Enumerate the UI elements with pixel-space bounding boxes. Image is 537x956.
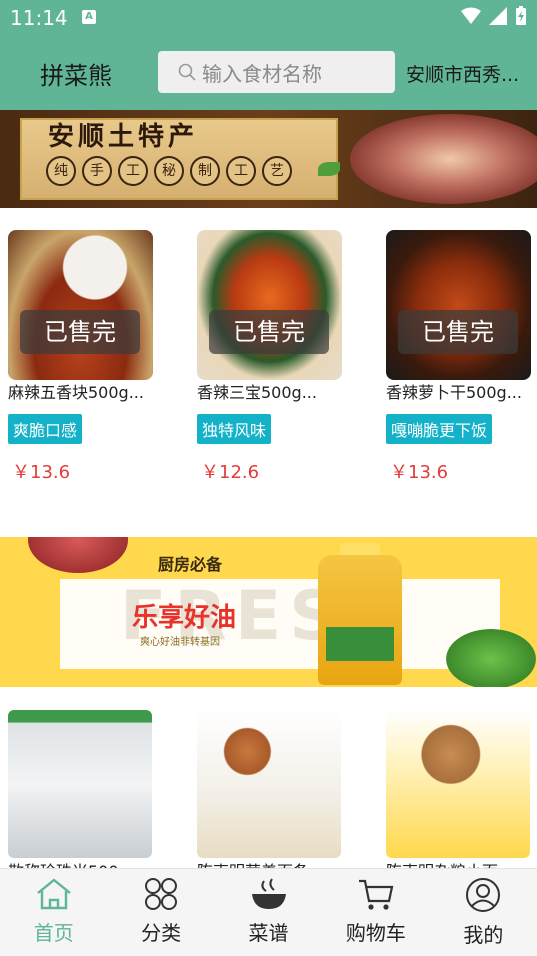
product-image[interactable] (8, 710, 152, 858)
status-time: 11:14 (10, 6, 68, 30)
cart-icon (358, 879, 394, 910)
banner-local-specialty[interactable]: 安顺土特产 纯 手 工 秘 制 工 艺 (0, 110, 537, 208)
product-image: 已售完 (197, 230, 342, 380)
seal-char: 手 (82, 156, 112, 186)
product-image: 已售完 (386, 230, 531, 380)
product-name: 陈克明杂粮小面... (386, 858, 530, 868)
sold-out-badge: 已售完 (209, 310, 329, 354)
home-icon (36, 878, 71, 910)
seal-char: 秘 (154, 156, 184, 186)
product-tag: 独特风味 (197, 414, 272, 444)
product-card[interactable]: 已售完 香辣三宝500g... 独特风味 ￥12.6 (197, 230, 347, 484)
recipe-icon (251, 878, 286, 909)
search-input[interactable]: 输入食材名称 (158, 51, 395, 93)
tab-home-label: 首页 (33, 921, 74, 945)
product-name: 麻辣五香块500g... (8, 383, 144, 402)
tab-cart[interactable]: 购物车 (322, 869, 429, 956)
product-image[interactable] (386, 710, 530, 858)
bottom-tab-bar: 首页 分类 菜谱 购物车 我的 (0, 868, 537, 956)
tab-profile[interactable]: 我的 (430, 869, 537, 956)
tab-recipe-label: 菜谱 (248, 921, 289, 945)
product-name: 散称珍珠米500... (8, 858, 152, 868)
product-name: 香辣萝卜干500g... (386, 383, 522, 402)
product-price: ￥12.6 (201, 462, 260, 483)
leaf-decoration (318, 162, 340, 176)
status-bar: 11:14 A (0, 0, 537, 36)
product-card[interactable]: 已售完 香辣萝卜干500g... 嘎嘣脆更下饭 ￥13.6 (386, 230, 536, 484)
product-price: ￥13.6 (12, 462, 71, 483)
location-selector[interactable]: 安顺市西秀... (406, 60, 530, 87)
brand-title: 拼菜熊 (40, 62, 112, 90)
tab-profile-label: 我的 (463, 923, 504, 947)
seal-char: 工 (226, 156, 256, 186)
product-tag: 爽脆口感 (8, 414, 83, 444)
notification-icon: A (82, 10, 96, 24)
tab-recipe[interactable]: 菜谱 (215, 869, 322, 956)
tab-category[interactable]: 分类 (107, 869, 214, 956)
wifi-icon (461, 7, 481, 24)
signal-icon (489, 7, 507, 25)
seal-char: 纯 (46, 156, 76, 186)
app-header: 拼菜熊 输入食材名称 安顺市西秀... (0, 36, 537, 110)
product-tag: 嘎嘣脆更下饭 (386, 414, 493, 444)
system-icons (461, 6, 527, 26)
product-price: ￥13.6 (390, 462, 449, 483)
product-image: 已售完 (8, 230, 153, 380)
meat-decoration (28, 537, 128, 573)
seal-char: 制 (190, 156, 220, 186)
product-card[interactable]: 已售完 麻辣五香块500g... 爽脆口感 ￥13.6 (8, 230, 158, 484)
search-icon (178, 63, 196, 81)
profile-icon (466, 878, 501, 912)
herb-decoration (446, 629, 536, 687)
banner-seals: 纯 手 工 秘 制 工 艺 (46, 156, 292, 186)
oil-bottle-label (326, 627, 394, 661)
category-icon (145, 878, 178, 910)
banner-headline: 乐享好油 (132, 603, 237, 633)
banner-cooking-oil[interactable]: FRESH 厨房必备 乐享好油 爽心好油非转基因 (0, 537, 537, 687)
sold-out-badge: 已售完 (398, 310, 518, 354)
banner-subtext: 爽心好油非转基因 (140, 637, 220, 648)
banner-title: 安顺土特产 (48, 122, 199, 152)
product-name: 陈克明营养面条... (197, 858, 341, 868)
product-image[interactable] (197, 710, 341, 858)
banner-kitchen-label: 厨房必备 (158, 555, 223, 574)
product-list-staples: 散称珍珠米500... 陈克明营养面条... 陈克明杂粮小面... (0, 700, 537, 868)
battery-icon (516, 6, 526, 25)
tab-cart-label: 购物车 (345, 921, 406, 945)
product-name: 香辣三宝500g... (197, 383, 317, 402)
oil-bottle-image (318, 555, 402, 685)
tab-category-label: 分类 (141, 921, 182, 945)
sold-out-badge: 已售完 (20, 310, 140, 354)
tab-home[interactable]: 首页 (0, 869, 107, 956)
banner-food-image (350, 114, 537, 204)
search-placeholder: 输入食材名称 (202, 61, 322, 86)
seal-char: 工 (118, 156, 148, 186)
seal-char: 艺 (262, 156, 292, 186)
